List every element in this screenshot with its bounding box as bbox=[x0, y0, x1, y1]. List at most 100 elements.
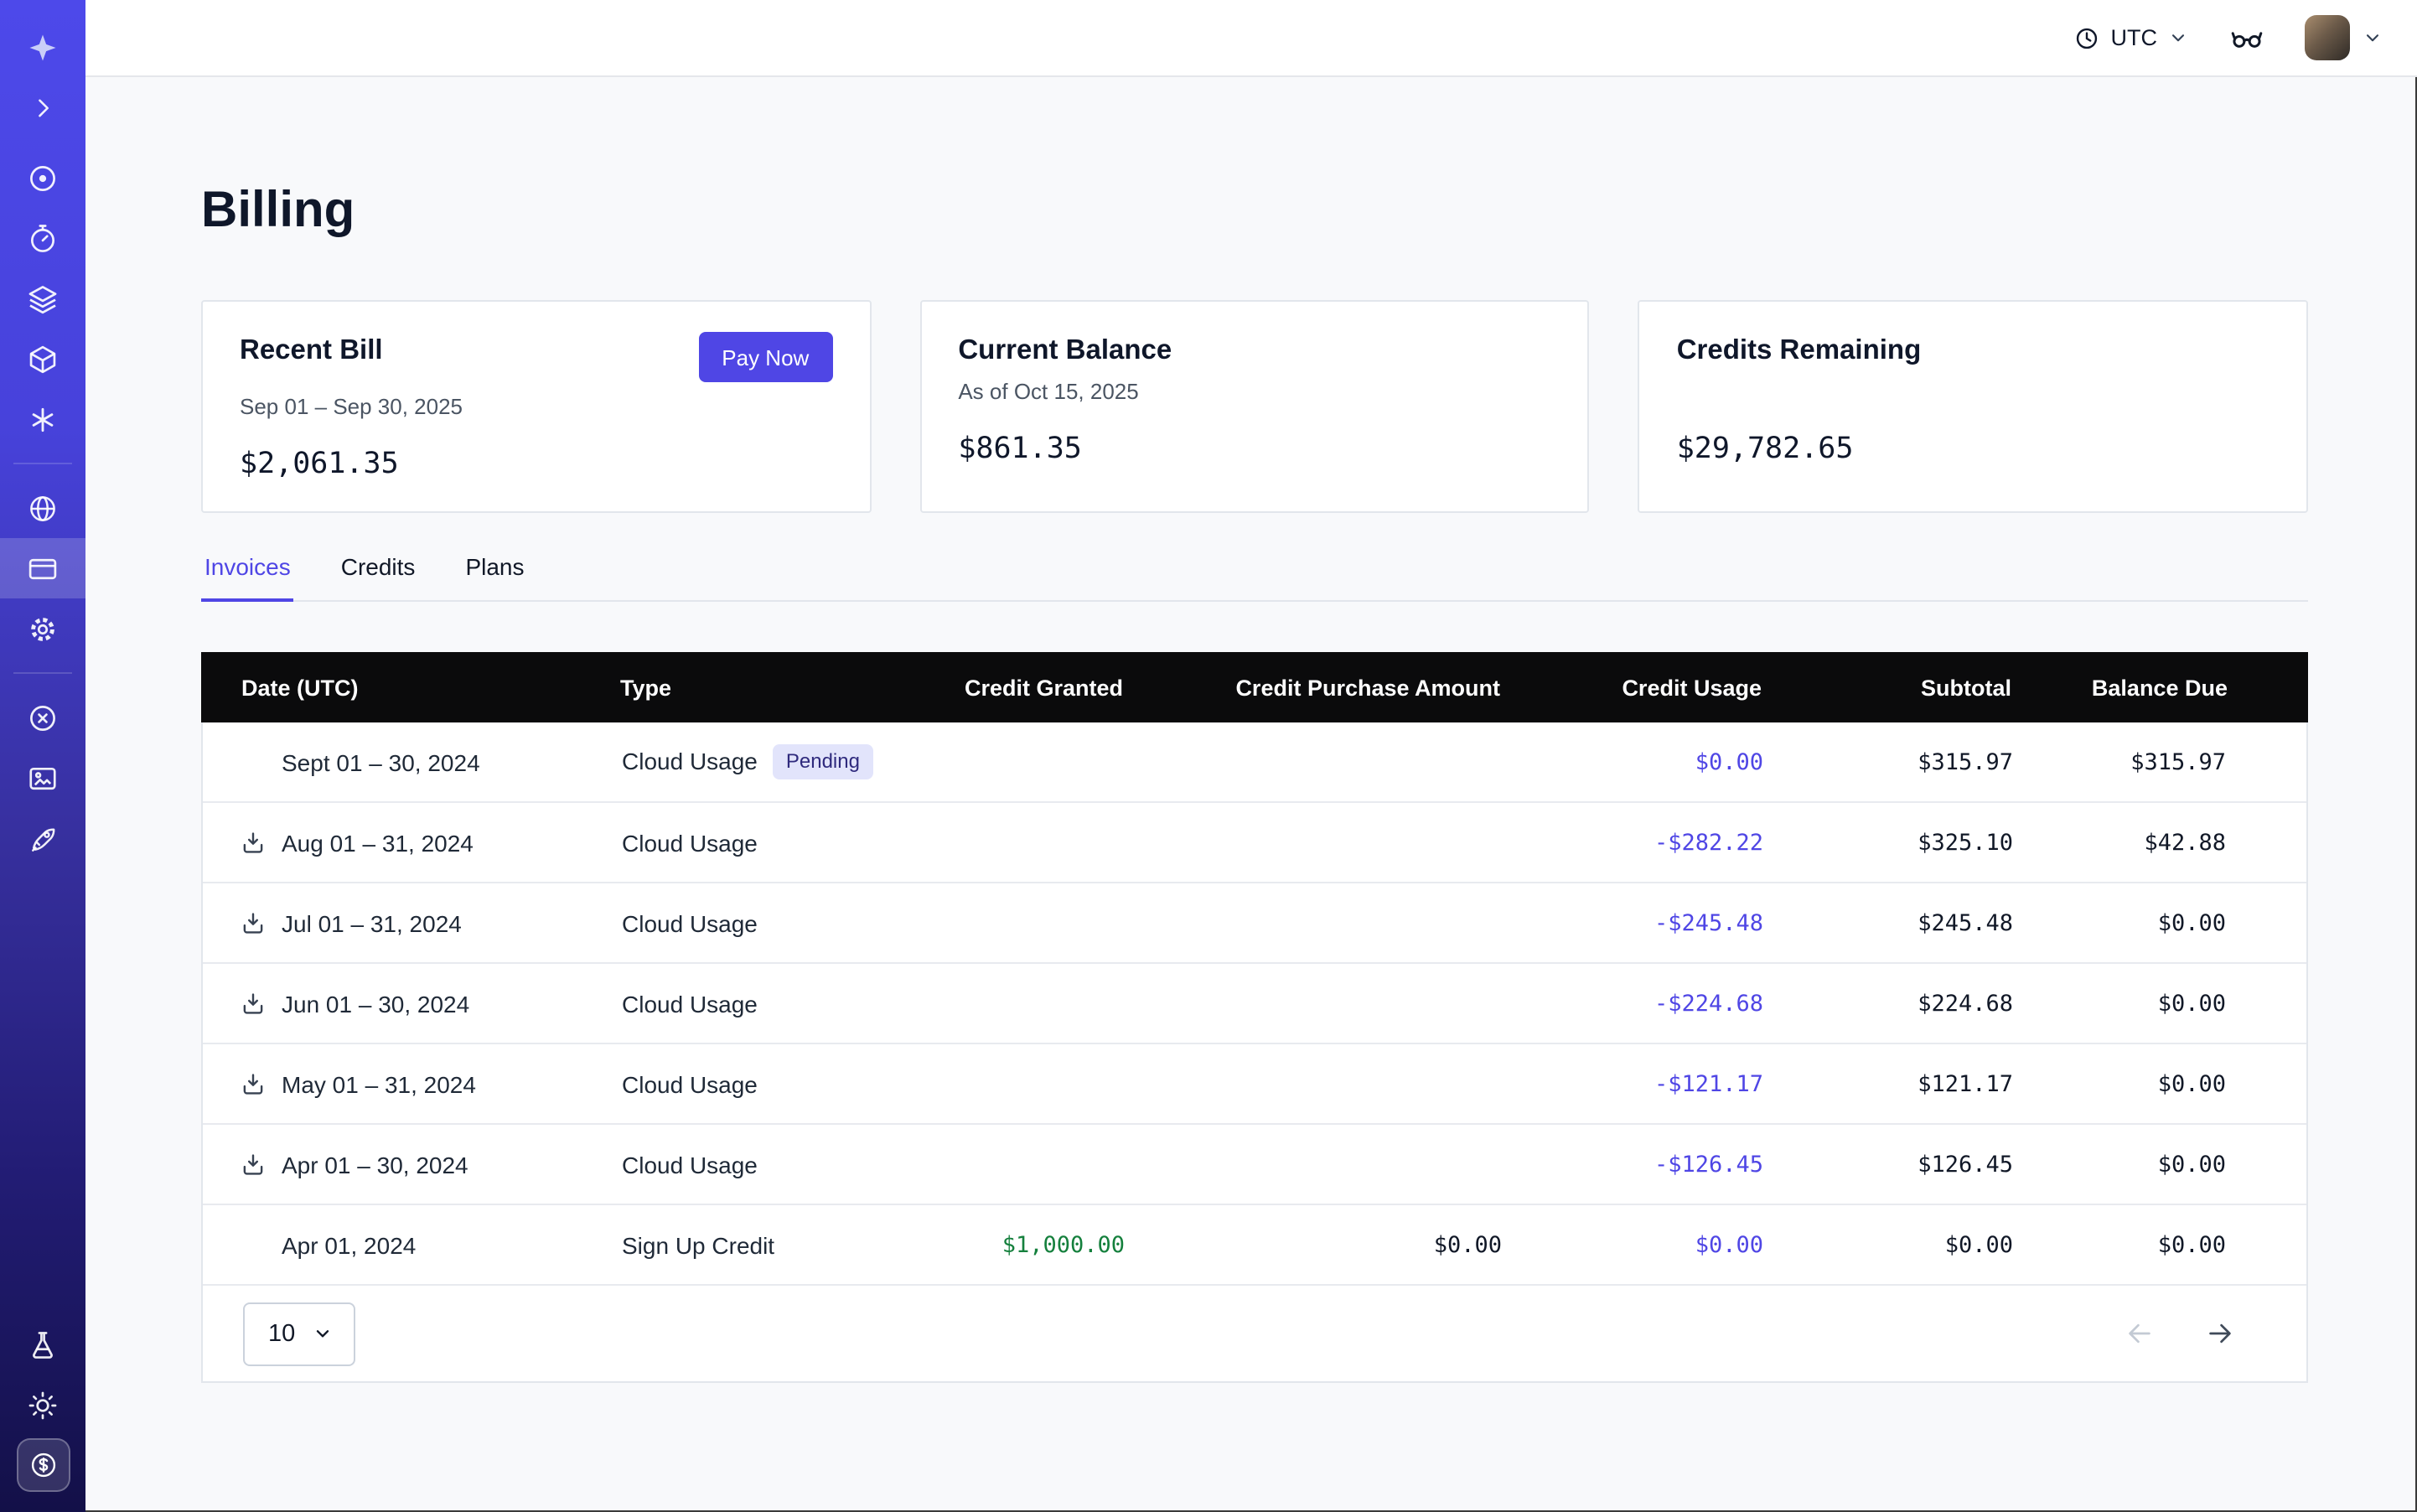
balance-due-value: $0.00 bbox=[2013, 1070, 2306, 1097]
arrow-right-icon bbox=[2203, 1318, 2235, 1349]
credit-usage-value: -$282.22 bbox=[1502, 829, 1763, 856]
page-size-value: 10 bbox=[268, 1320, 295, 1347]
billing-app: UTC Billing Recent Bill Pay Now bbox=[0, 0, 2417, 1512]
logo-star-icon[interactable] bbox=[0, 17, 85, 77]
credit-usage-value: -$126.45 bbox=[1502, 1151, 1763, 1178]
column-header: Date (UTC) bbox=[201, 675, 620, 700]
column-header: Type bbox=[620, 675, 872, 700]
invoice-type: Cloud Usage bbox=[622, 748, 758, 775]
chevron-down-icon bbox=[2167, 27, 2189, 49]
table-header: Date (UTC) Type Credit Granted Credit Pu… bbox=[201, 652, 2308, 722]
balance-due-value: $0.00 bbox=[2013, 990, 2306, 1017]
card-subtitle bbox=[1677, 379, 2269, 406]
invoice-date: Jun 01 – 30, 2024 bbox=[282, 990, 469, 1017]
balance-due-value: $315.97 bbox=[2013, 748, 2306, 775]
tab-plans[interactable]: Plans bbox=[462, 553, 527, 602]
column-header: Balance Due bbox=[2011, 675, 2308, 700]
table-row: Sept 01 – 30, 2024 Cloud Usage Pending $… bbox=[203, 722, 2306, 803]
table-row: Apr 01 – 30, 2024 Cloud Usage -$126.45 $… bbox=[203, 1125, 2306, 1205]
page-size-select[interactable]: 10 bbox=[243, 1302, 355, 1365]
credits-remaining-card: Credits Remaining $29,782.65 bbox=[1638, 300, 2308, 513]
sidebar-divider bbox=[13, 463, 72, 464]
rocket-icon[interactable] bbox=[0, 808, 85, 868]
user-avatar[interactable] bbox=[2305, 15, 2350, 60]
column-header: Credit Usage bbox=[1500, 675, 1762, 700]
chevron-down-icon bbox=[2362, 27, 2383, 49]
balance-due-value: $0.00 bbox=[2013, 1231, 2306, 1258]
download-icon[interactable] bbox=[240, 1070, 267, 1097]
status-badge: Pending bbox=[773, 745, 873, 779]
download-icon[interactable] bbox=[240, 1151, 267, 1178]
invoice-type: Cloud Usage bbox=[622, 990, 758, 1017]
credit-usage-value: $0.00 bbox=[1502, 1231, 1763, 1258]
credit-usage-value: -$121.17 bbox=[1502, 1070, 1763, 1097]
card-amount: $861.35 bbox=[958, 432, 1550, 466]
flask-icon[interactable] bbox=[0, 1314, 85, 1375]
credit-usage-value: $0.00 bbox=[1502, 748, 1763, 775]
sun-icon[interactable] bbox=[0, 1375, 85, 1435]
download-icon[interactable] bbox=[240, 990, 267, 1017]
column-header: Credit Granted bbox=[872, 675, 1123, 700]
invoice-date: Aug 01 – 31, 2024 bbox=[282, 829, 474, 856]
credit-purchase-value: $0.00 bbox=[1125, 1231, 1502, 1258]
invoice-date: Apr 01, 2024 bbox=[282, 1231, 416, 1258]
dollar-coin-icon[interactable] bbox=[16, 1438, 70, 1492]
download-icon[interactable] bbox=[240, 909, 267, 936]
subtotal-value: $325.10 bbox=[1763, 829, 2013, 856]
card-subtitle: Sep 01 – Sep 30, 2025 bbox=[240, 394, 832, 421]
balance-due-value: $42.88 bbox=[2013, 829, 2306, 856]
table-row: May 01 – 31, 2024 Cloud Usage -$121.17 $… bbox=[203, 1044, 2306, 1125]
table-footer: 10 bbox=[203, 1286, 2306, 1381]
sidebar bbox=[0, 0, 85, 1512]
prev-page-button[interactable] bbox=[2122, 1317, 2156, 1350]
credit-card-icon[interactable] bbox=[0, 538, 85, 598]
timer-icon[interactable] bbox=[0, 208, 85, 268]
credit-usage-value: -$224.68 bbox=[1502, 990, 1763, 1017]
billing-tabs: Invoices Credits Plans bbox=[201, 553, 2308, 602]
table-row: Apr 01, 2024 Sign Up Credit $1,000.00 $0… bbox=[203, 1205, 2306, 1286]
timezone-selector[interactable]: UTC bbox=[2074, 24, 2190, 51]
table-body: Sept 01 – 30, 2024 Cloud Usage Pending $… bbox=[203, 722, 2306, 1286]
collapse-chevron-right-icon[interactable] bbox=[0, 77, 85, 137]
balance-due-value: $0.00 bbox=[2013, 1151, 2306, 1178]
download-icon[interactable] bbox=[240, 829, 267, 856]
layers-icon[interactable] bbox=[0, 268, 85, 329]
circle-x-icon[interactable] bbox=[0, 687, 85, 748]
invoice-type: Cloud Usage bbox=[622, 1151, 758, 1178]
recent-bill-card: Recent Bill Pay Now Sep 01 – Sep 30, 202… bbox=[201, 300, 871, 513]
card-amount: $29,782.65 bbox=[1677, 432, 2269, 466]
credit-granted-value: $1,000.00 bbox=[873, 1231, 1125, 1258]
invoices-table: Date (UTC) Type Credit Granted Credit Pu… bbox=[201, 652, 2308, 1383]
arrow-left-icon bbox=[2123, 1318, 2155, 1349]
image-icon[interactable] bbox=[0, 748, 85, 808]
current-balance-card: Current Balance As of Oct 15, 2025 $861.… bbox=[919, 300, 1589, 513]
column-header: Subtotal bbox=[1762, 675, 2011, 700]
cube-icon[interactable] bbox=[0, 329, 85, 389]
topbar: UTC bbox=[85, 0, 2417, 77]
subtotal-value: $224.68 bbox=[1763, 990, 2013, 1017]
card-title: Current Balance bbox=[958, 335, 1172, 367]
timezone-label: UTC bbox=[2111, 25, 2158, 50]
user-menu[interactable] bbox=[2305, 15, 2383, 60]
tab-invoices[interactable]: Invoices bbox=[201, 553, 294, 602]
disc-icon[interactable] bbox=[0, 148, 85, 208]
invoice-date: May 01 – 31, 2024 bbox=[282, 1070, 476, 1097]
balance-due-value: $0.00 bbox=[2013, 909, 2306, 936]
globe-icon[interactable] bbox=[0, 478, 85, 538]
card-amount: $2,061.35 bbox=[240, 448, 832, 481]
subtotal-value: $126.45 bbox=[1763, 1151, 2013, 1178]
gear-icon[interactable] bbox=[0, 598, 85, 659]
invoice-type: Cloud Usage bbox=[622, 909, 758, 936]
tab-credits[interactable]: Credits bbox=[338, 553, 419, 602]
table-row: Jul 01 – 31, 2024 Cloud Usage -$245.48 $… bbox=[203, 883, 2306, 964]
pay-now-button[interactable]: Pay Now bbox=[698, 332, 832, 382]
table-row: Aug 01 – 31, 2024 Cloud Usage -$282.22 $… bbox=[203, 803, 2306, 883]
table-row: Jun 01 – 30, 2024 Cloud Usage -$224.68 $… bbox=[203, 964, 2306, 1044]
column-header: Credit Purchase Amount bbox=[1123, 675, 1500, 700]
invoice-type: Cloud Usage bbox=[622, 829, 758, 856]
content: Billing Recent Bill Pay Now Sep 01 – Sep… bbox=[85, 77, 2417, 1512]
next-page-button[interactable] bbox=[2202, 1317, 2236, 1350]
glasses-icon[interactable] bbox=[2229, 20, 2264, 55]
asterisk-icon[interactable] bbox=[0, 389, 85, 449]
summary-cards: Recent Bill Pay Now Sep 01 – Sep 30, 202… bbox=[201, 300, 2308, 513]
